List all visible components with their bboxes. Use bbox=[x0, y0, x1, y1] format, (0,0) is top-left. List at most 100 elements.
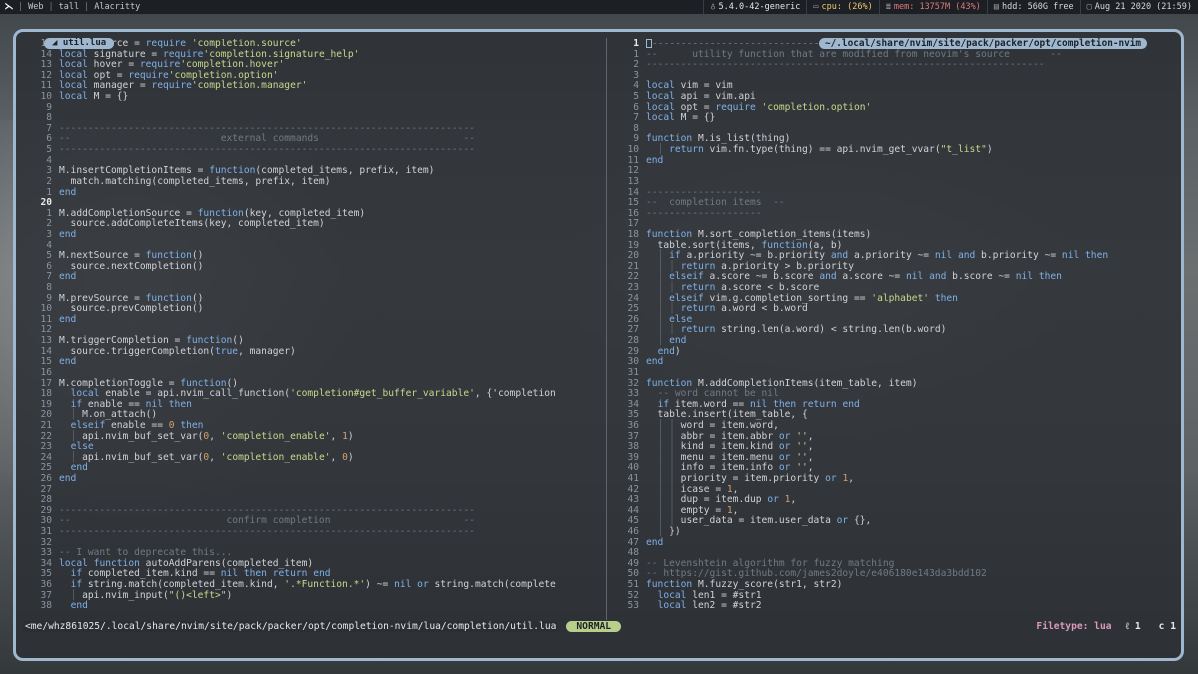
wm-logo-icon[interactable]: ⋋ bbox=[0, 0, 18, 14]
line-number: 4 bbox=[46, 154, 52, 166]
cpu-icon: ▭ bbox=[813, 2, 819, 12]
workspace-tall[interactable]: tall bbox=[54, 0, 84, 14]
line-number: 6 bbox=[46, 133, 52, 145]
line-number: 2 bbox=[46, 218, 52, 230]
line-number: 38 bbox=[40, 600, 52, 612]
left-editor-pane[interactable]: 15local source = require 'completion.sou… bbox=[23, 39, 603, 619]
line-number: 8 bbox=[46, 112, 52, 124]
code-line[interactable]: 5 ---------------------------------------… bbox=[23, 144, 603, 156]
line-number: 2 bbox=[633, 59, 639, 71]
code-text: │ api.nvim_buf_set_var(0, 'completion_en… bbox=[70, 430, 354, 442]
code-line[interactable]: 47 end bbox=[610, 536, 1175, 549]
line-number: 8 bbox=[46, 282, 52, 294]
code-line[interactable]: 28 │ end bbox=[610, 335, 1175, 347]
workspace-web[interactable]: Web bbox=[23, 0, 48, 14]
code-line[interactable]: 22 │ api.nvim_buf_set_var(0, 'completion… bbox=[23, 430, 603, 443]
alacritty-window[interactable]: ◢ util.lua ~/.local/share/nvim/site/pack… bbox=[13, 29, 1184, 661]
statusline-file-path: <me/whz861025/.local/share/nvim/site/pac… bbox=[23, 621, 559, 632]
code-line[interactable]: 31 --------------------------------------… bbox=[23, 526, 603, 538]
code-line[interactable]: 25 end bbox=[23, 463, 603, 474]
vim-mode-badge: NORMAL bbox=[566, 621, 622, 632]
code-line[interactable]: 11 end bbox=[23, 313, 603, 326]
filetype-indicator: Filetype: lua bbox=[1036, 621, 1112, 632]
code-line[interactable]: 38 end bbox=[23, 600, 603, 612]
code-text: ----------------------------------------… bbox=[59, 144, 475, 156]
line-number: 7 bbox=[633, 112, 639, 124]
code-text: source.nextCompletion() bbox=[59, 260, 204, 272]
code-text: end bbox=[646, 536, 664, 548]
system-status-bar: ⋋ | Web | tall | Alacritty ♁ 5.4.0-42-gen… bbox=[0, 0, 1198, 14]
code-line[interactable]: 10 local M = {} bbox=[23, 91, 603, 103]
code-line[interactable]: 53 local len2 = #str2 bbox=[610, 600, 1175, 612]
code-text: end bbox=[70, 600, 88, 612]
code-line[interactable]: 24 │ api.nvim_buf_set_var(0, 'completion… bbox=[23, 452, 603, 464]
line-number: 2 bbox=[46, 175, 52, 187]
code-text: local M = {} bbox=[59, 91, 129, 103]
code-line[interactable]: 6 source.nextCompletion() bbox=[23, 260, 603, 273]
code-line[interactable]: 37 │ api.nvim_input("()<left>") bbox=[23, 590, 603, 602]
line-number: 41 bbox=[627, 472, 639, 484]
code-line[interactable]: 25 │ │ return a.word < b.word bbox=[610, 303, 1175, 315]
code-text: end bbox=[646, 154, 664, 166]
column-indicator: c 1 bbox=[1158, 621, 1176, 632]
code-line[interactable]: 30 end bbox=[610, 356, 1175, 368]
line-number: 6 bbox=[46, 260, 52, 272]
code-text: end bbox=[59, 186, 77, 198]
code-line[interactable]: 16 -------------------- bbox=[610, 208, 1175, 220]
code-line[interactable]: 26 end bbox=[23, 472, 603, 485]
code-text: end bbox=[59, 313, 77, 325]
line-number: 3 bbox=[633, 69, 639, 81]
code-line[interactable]: 29 end) bbox=[610, 346, 1175, 358]
code-line[interactable]: 15 end bbox=[23, 356, 603, 368]
code-text: local len2 = #str2 bbox=[657, 600, 762, 612]
line-number: 4 bbox=[46, 239, 52, 251]
line-number: 3 bbox=[46, 165, 52, 177]
code-line[interactable]: 10 source.prevCompletion() bbox=[23, 303, 603, 315]
code-line[interactable]: 14 source.triggerCompletion(true, manage… bbox=[23, 346, 603, 358]
line-number: 26 bbox=[40, 472, 52, 484]
right-editor-pane[interactable]: 1---------------------------------------… bbox=[610, 39, 1175, 619]
code-line[interactable]: 46 │ }) bbox=[610, 526, 1175, 538]
code-line[interactable]: 9 bbox=[23, 102, 603, 114]
line-number: 7 bbox=[46, 271, 52, 283]
line-number: 1 bbox=[633, 39, 639, 49]
code-line[interactable]: 1 end bbox=[23, 186, 603, 199]
line-number: 1 bbox=[46, 207, 52, 219]
line-number: 6 bbox=[633, 101, 639, 113]
vertical-split-divider[interactable] bbox=[606, 38, 607, 620]
code-line[interactable]: 27 bbox=[23, 484, 603, 496]
line-number: 5 bbox=[46, 144, 52, 156]
line-number: 36 bbox=[627, 419, 639, 431]
code-line[interactable]: 2 source.addCompleteItems(key, completed… bbox=[23, 219, 603, 230]
code-line[interactable]: 12 bbox=[610, 166, 1175, 177]
code-text: end bbox=[59, 472, 77, 484]
line-number: 7 bbox=[46, 122, 52, 134]
code-line[interactable]: 45 │ │ user_data = item.user_data or {}, bbox=[610, 516, 1175, 527]
line-number: 4 bbox=[633, 80, 639, 92]
vim-statusline: <me/whz861025/.local/share/nvim/site/pac… bbox=[23, 621, 1176, 632]
workspace-alacritty[interactable]: Alacritty bbox=[89, 0, 145, 14]
code-text: local M = {} bbox=[646, 112, 716, 124]
code-text: end bbox=[646, 356, 664, 368]
window-directory-label: ~/.local/share/nvim/site/pack/packer/opt… bbox=[819, 38, 1148, 49]
cpu-status: ▭ cpu: (26%) bbox=[806, 0, 878, 14]
code-line[interactable]: 3 end bbox=[23, 228, 603, 241]
code-text: │ │ return string.len(a.word) < string.l… bbox=[657, 324, 947, 336]
code-line[interactable]: 2 ---------------------------------------… bbox=[610, 59, 1175, 71]
date-status: ▢ Aug 21 2020 (21:59) bbox=[1079, 0, 1198, 14]
code-line[interactable]: 11 end bbox=[610, 154, 1175, 167]
code-line[interactable]: 2 match.matching(completed_items, prefix… bbox=[23, 175, 603, 188]
code-text: match.matching(completed_items, prefix, … bbox=[59, 175, 331, 187]
line-number: 21 bbox=[40, 419, 52, 431]
line-indicator: ℓ 1 bbox=[1125, 621, 1141, 632]
code-text: source.prevCompletion() bbox=[59, 303, 204, 315]
line-number: 5 bbox=[46, 250, 52, 262]
code-line[interactable]: 27 │ │ return string.len(a.word) < strin… bbox=[610, 325, 1175, 336]
code-text: end bbox=[59, 228, 77, 240]
code-line[interactable]: 7 end bbox=[23, 272, 603, 283]
code-line[interactable]: 7 local M = {} bbox=[610, 112, 1175, 124]
line-number: 16 bbox=[40, 366, 52, 378]
buffer-tab-util-lua[interactable]: ◢ util.lua bbox=[44, 38, 115, 49]
code-line[interactable]: 10 │ return vim.fn.type(thing) == api.nv… bbox=[610, 144, 1175, 156]
line-number: 53 bbox=[627, 600, 639, 612]
